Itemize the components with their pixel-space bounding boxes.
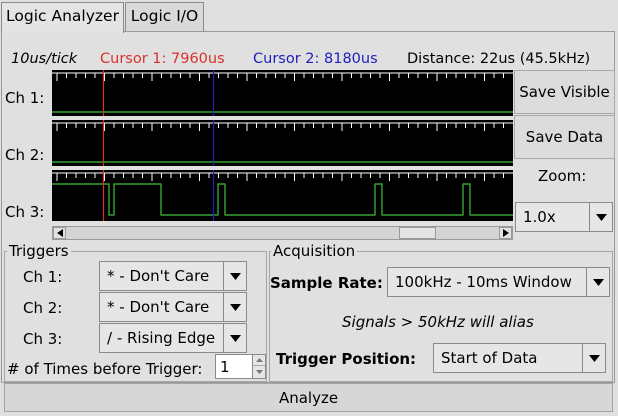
channel-2-label: Ch 2: — [5, 146, 45, 164]
acquisition-title: Acquisition — [271, 242, 358, 260]
analyze-button[interactable]: Analyze — [4, 383, 613, 412]
channel-3-signal — [52, 183, 513, 216]
cursor2-readout: Cursor 2: 8180us — [253, 51, 378, 67]
trigger-position-value: Start of Data — [441, 349, 538, 367]
tab-label: Logic I/O — [130, 7, 199, 25]
chevron-down-icon — [223, 262, 246, 290]
zoom-select[interactable]: 1.0x — [515, 202, 613, 232]
times-before-trigger-spinbox[interactable]: 1 — [215, 354, 266, 379]
channel-2-trace[interactable] — [52, 120, 513, 166]
chevron-down-icon — [586, 268, 609, 296]
chevron-down-icon — [582, 344, 605, 372]
tab-label: Logic Analyzer — [6, 7, 119, 25]
scroll-thumb[interactable] — [399, 227, 436, 239]
tab-logic-analyzer[interactable]: Logic Analyzer — [1, 2, 124, 33]
save-data-button[interactable]: Save Data — [514, 115, 615, 159]
spin-down-icon[interactable] — [253, 366, 265, 377]
trigger-ch3-value: / - Rising Edge — [107, 329, 216, 347]
spin-up-icon[interactable] — [253, 355, 265, 366]
save-visible-button[interactable]: Save Visible — [514, 70, 615, 114]
zoom-value: 1.0x — [523, 208, 556, 226]
channel-1-label: Ch 1: — [5, 89, 45, 107]
channel-3-label: Ch 3: — [5, 203, 45, 221]
sample-rate-value: 100kHz - 10ms Window — [395, 273, 572, 291]
trigger-ch1-select[interactable]: * - Don't Care — [99, 261, 247, 291]
times-before-trigger-value: 1 — [220, 358, 230, 376]
triggers-title: Triggers — [7, 242, 71, 260]
trigger-ch2-value: * - Don't Care — [107, 298, 210, 316]
times-before-trigger-label: # of Times before Trigger: — [7, 360, 203, 378]
trigger-ch2-select[interactable]: * - Don't Care — [99, 292, 247, 322]
trace-horizontal-scrollbar[interactable] — [52, 226, 513, 240]
channel-1-trace[interactable] — [52, 70, 513, 116]
chevron-down-icon — [223, 293, 246, 321]
trigger-ch1-value: * - Don't Care — [107, 267, 210, 285]
sample-rate-select[interactable]: 100kHz - 10ms Window — [387, 267, 610, 297]
trigger-ch1-label: Ch 1: — [23, 268, 63, 286]
trigger-ch3-select[interactable]: / - Rising Edge — [99, 323, 247, 353]
tab-logic-io[interactable]: Logic I/O — [125, 2, 204, 31]
scroll-left-button[interactable] — [53, 227, 66, 239]
trigger-position-label: Trigger Position: — [276, 350, 417, 368]
chevron-down-icon — [223, 324, 246, 352]
trigger-ch2-label: Ch 2: — [23, 299, 63, 317]
zoom-label: Zoom: — [538, 167, 587, 185]
scroll-right-button[interactable] — [499, 227, 512, 239]
trigger-ch3-label: Ch 3: — [23, 330, 63, 348]
chevron-down-icon — [589, 203, 612, 231]
trigger-position-select[interactable]: Start of Data — [433, 343, 606, 373]
channel-3-trace[interactable] — [52, 170, 513, 221]
alias-note: Signals > 50kHz will alias — [342, 313, 534, 331]
distance-readout: Distance: 22us (45.5kHz) — [407, 51, 591, 67]
time-scale-label: 10us/tick — [11, 51, 78, 67]
cursor1-readout: Cursor 1: 7960us — [100, 51, 225, 67]
sample-rate-label: Sample Rate: — [270, 274, 383, 292]
